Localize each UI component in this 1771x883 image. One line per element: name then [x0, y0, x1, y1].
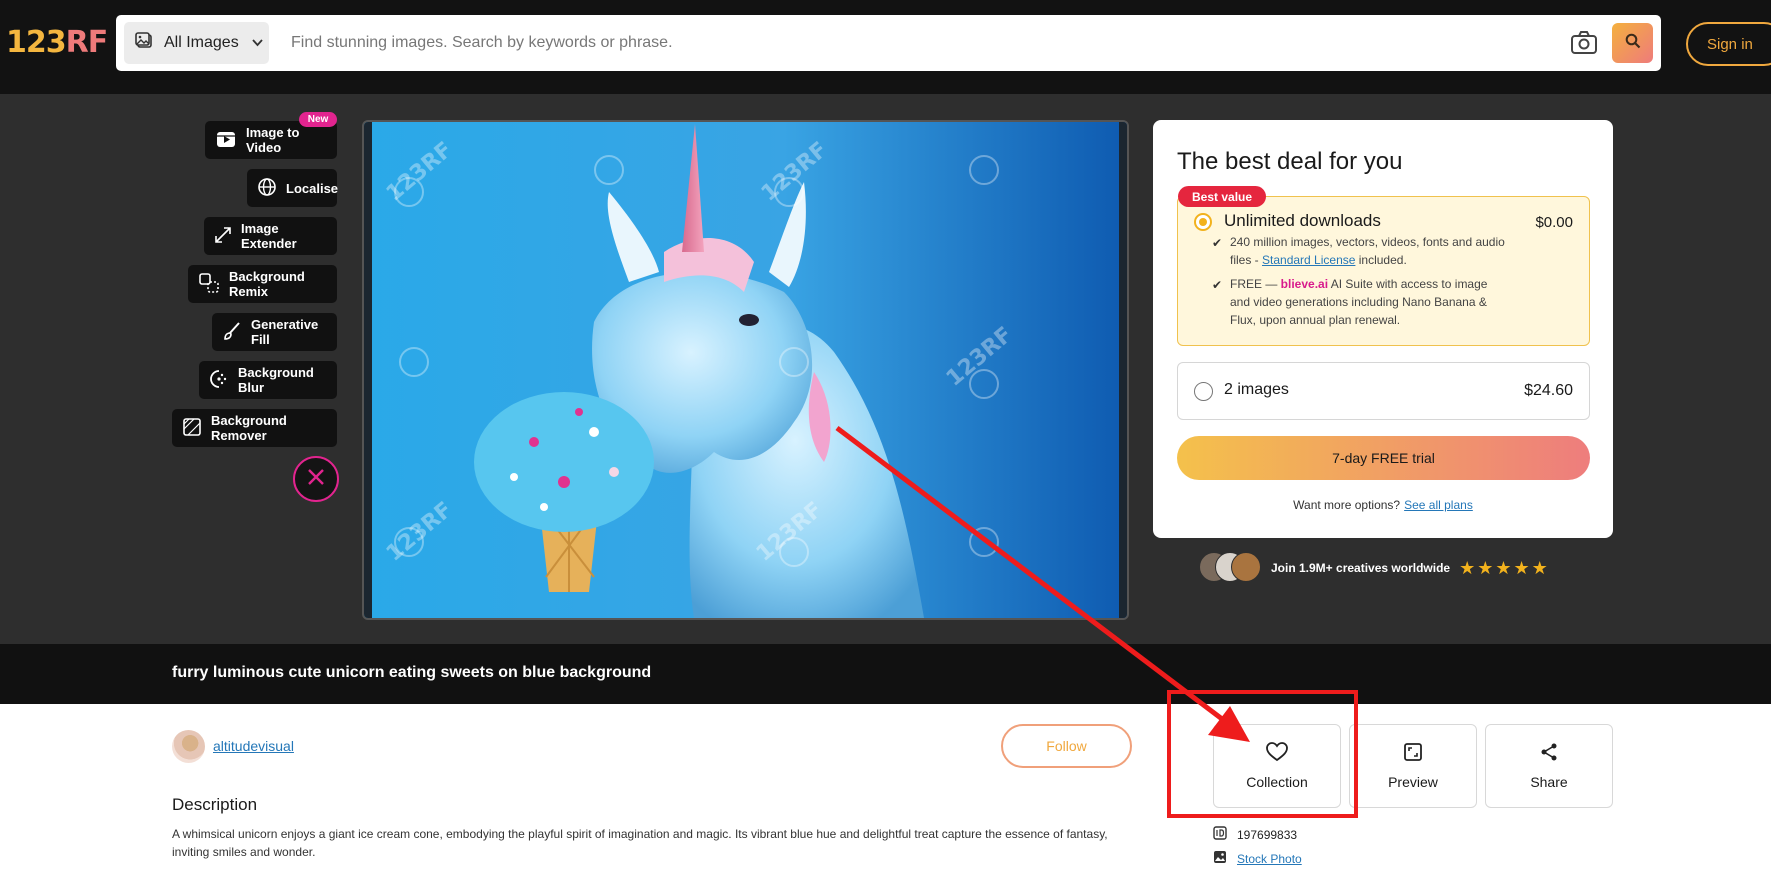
- close-icon: [306, 467, 326, 492]
- search-type-select[interactable]: All Images: [124, 22, 269, 64]
- title-strip: furry luminous cute unicorn eating sweet…: [0, 644, 1771, 704]
- main-image[interactable]: 123RF 123RF 123RF 123RF 123RF: [362, 120, 1129, 620]
- radio-unselected[interactable]: [1194, 382, 1213, 401]
- pricing-panel: The best deal for you Best value Unlimit…: [1153, 120, 1613, 538]
- tool-label: Image to Video: [246, 125, 300, 155]
- image-icon: [135, 31, 155, 56]
- search-button[interactable]: [1612, 23, 1653, 63]
- video-icon: [215, 128, 237, 153]
- blieve-brand: blieve.ai: [1280, 277, 1329, 291]
- feature-text: included.: [1355, 253, 1407, 267]
- check-icon: ✔: [1212, 278, 1223, 292]
- new-badge: New: [299, 112, 337, 127]
- best-value-badge: Best value: [1178, 186, 1267, 207]
- logo-text: 123: [6, 25, 67, 60]
- image-id: 197699833: [1237, 827, 1298, 842]
- share-button[interactable]: Share: [1485, 724, 1613, 808]
- option-unlimited[interactable]: Best value Unlimited downloads $0.00 ✔ 2…: [1177, 186, 1590, 346]
- tool-background-blur[interactable]: Background Blur: [199, 361, 337, 399]
- tool-label: Background Blur: [238, 365, 314, 395]
- photo-icon: [1213, 850, 1227, 867]
- more-options-text: Want more options?: [1293, 498, 1401, 512]
- option-price: $24.60: [1524, 382, 1573, 399]
- search-icon: [1625, 33, 1641, 54]
- unicorn-image: 123RF 123RF 123RF 123RF 123RF: [364, 122, 1127, 618]
- option-label: 2 images: [1224, 381, 1289, 398]
- top-header: 123RF All Images Sign in: [0, 0, 1771, 94]
- description-text: A whimsical unicorn enjoys a giant ice c…: [172, 827, 1108, 859]
- search-input[interactable]: [291, 25, 1391, 61]
- search-type-label: All Images: [164, 34, 239, 51]
- option-label: Unlimited downloads: [1224, 211, 1381, 230]
- close-tools-button[interactable]: [293, 456, 339, 502]
- check-icon: ✔: [1212, 236, 1223, 250]
- search-bar: All Images: [116, 15, 1661, 71]
- author-link[interactable]: altitudevisual: [213, 738, 294, 754]
- creator-avatars: [1199, 552, 1261, 584]
- avatar: [1231, 552, 1261, 582]
- eraser-icon: [182, 417, 202, 440]
- id-icon: [1213, 826, 1227, 843]
- tool-generative-fill[interactable]: Generative Fill: [212, 313, 337, 351]
- tool-localise[interactable]: Localise: [247, 169, 339, 207]
- tool-label: Image Extender: [241, 221, 297, 251]
- stock-photo-link[interactable]: Stock Photo: [1237, 852, 1302, 866]
- logo-text-rf: RF: [65, 25, 109, 60]
- free-trial-button[interactable]: 7-day FREE trial: [1177, 436, 1590, 480]
- image-title: furry luminous cute unicorn eating sweet…: [172, 664, 652, 681]
- annotation-highlight-box: [1167, 690, 1358, 818]
- brush-icon: [222, 321, 242, 344]
- expand-icon: [214, 226, 232, 247]
- see-all-plans-link[interactable]: See all plans: [1404, 498, 1473, 512]
- tool-background-remix[interactable]: Background Remix: [188, 265, 337, 303]
- blur-icon: [209, 369, 229, 392]
- standard-license-link[interactable]: Standard License: [1262, 253, 1355, 267]
- feature-license: ✔ 240 million images, vectors, videos, f…: [1212, 233, 1510, 269]
- sign-in-button[interactable]: Sign in: [1686, 22, 1771, 66]
- feature-text: FREE —: [1230, 277, 1281, 291]
- follow-button[interactable]: Follow: [1001, 724, 1132, 768]
- tool-label: Background Remix: [229, 269, 305, 299]
- rating-stars-icon: ★★★★★: [1459, 557, 1550, 578]
- image-type-row: Stock Photo: [1213, 850, 1302, 867]
- share-label: Share: [1530, 774, 1568, 790]
- tool-label: Background Remover: [211, 413, 287, 443]
- tool-background-remover[interactable]: Background Remover: [172, 409, 337, 447]
- tool-label: Localise: [286, 180, 339, 196]
- description-heading: Description: [172, 795, 258, 814]
- option-price: $0.00: [1535, 214, 1573, 231]
- globe-icon: [257, 177, 277, 200]
- preview-label: Preview: [1388, 774, 1438, 790]
- option-two-images[interactable]: 2 images $24.60: [1177, 362, 1590, 420]
- tool-label: Generative Fill: [251, 317, 319, 347]
- feature-ai-suite: ✔ FREE — blieve.ai AI Suite with access …: [1212, 275, 1510, 329]
- social-proof: Join 1.9M+ creatives worldwide ★★★★★: [1199, 552, 1550, 584]
- remix-icon: [198, 272, 220, 297]
- share-icon: [1539, 742, 1559, 765]
- pricing-title: The best deal for you: [1177, 148, 1403, 175]
- radio-selected[interactable]: [1194, 213, 1212, 231]
- preview-button[interactable]: Preview: [1349, 724, 1477, 808]
- social-text: Join 1.9M+ creatives worldwide: [1271, 561, 1451, 575]
- more-options: Want more options? See all plans: [1153, 498, 1613, 512]
- author-avatar[interactable]: [172, 730, 205, 763]
- tool-image-extender[interactable]: Image Extender: [204, 217, 337, 255]
- logo[interactable]: 123RF: [6, 25, 109, 60]
- camera-icon[interactable]: [1570, 29, 1598, 57]
- image-id-row: 197699833: [1213, 826, 1297, 843]
- chevron-down-icon: [252, 36, 263, 50]
- preview-icon: [1403, 742, 1423, 765]
